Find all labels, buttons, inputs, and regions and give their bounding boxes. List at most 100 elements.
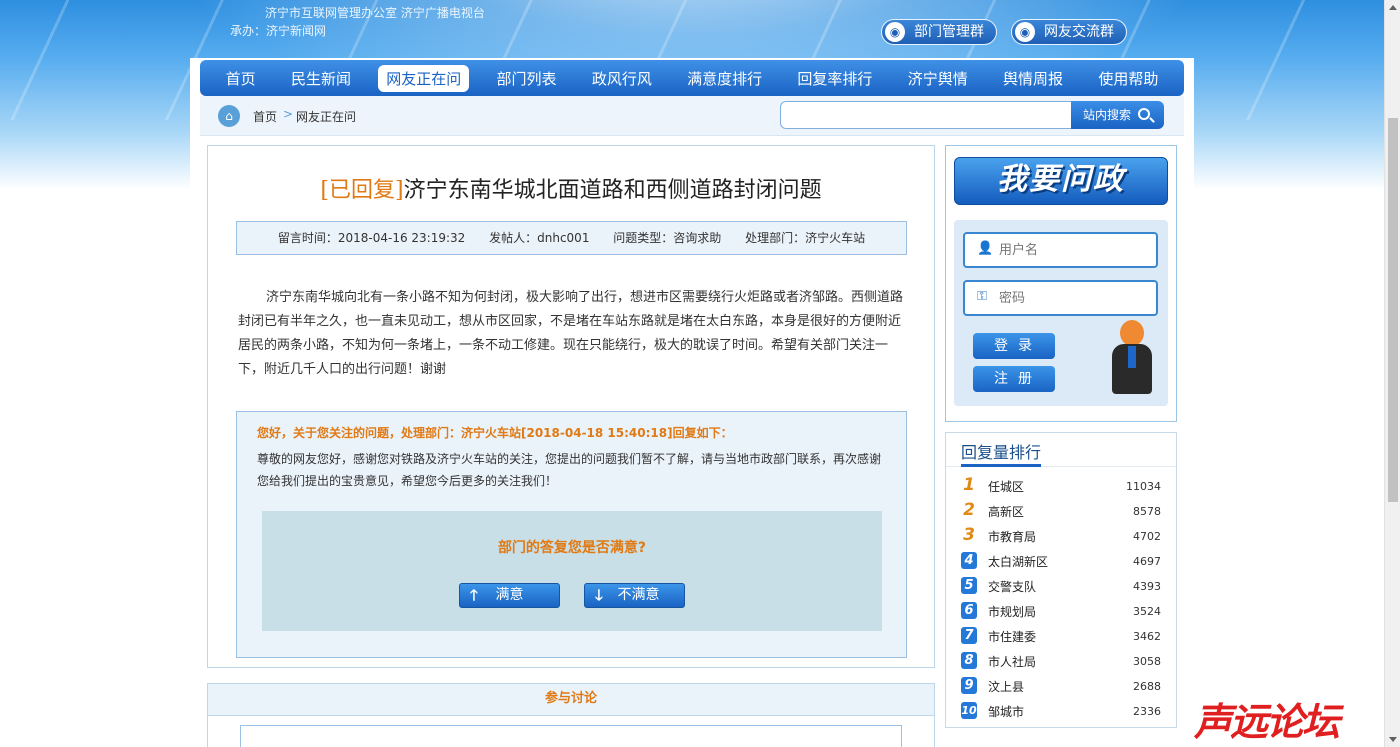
service-agent-icon bbox=[1108, 320, 1156, 406]
ranking-row[interactable]: 6 市规划局 3524 bbox=[961, 600, 1161, 625]
satisfaction-box: 部门的答复您是否满意? 🡑 满意 🡓 不满意 bbox=[262, 511, 882, 631]
ranking-row[interactable]: 2 高新区 8578 bbox=[961, 500, 1161, 525]
ranking-title: 回复量排行 bbox=[961, 443, 1042, 462]
post-time: 留言时间：2018-04-16 23:19:32 bbox=[277, 231, 466, 245]
nav-satisfaction-rank[interactable]: 满意度排行 bbox=[679, 65, 770, 92]
reply-ranking-panel: 回复量排行 1 任城区 11034 2 高新区 8578 3 市教育局 4702 4 太白湖新… bbox=[945, 432, 1177, 728]
unsatisfied-button[interactable]: 🡓 不满意 bbox=[584, 583, 685, 608]
login-button[interactable]: 登录 bbox=[973, 333, 1055, 359]
discussion-input[interactable] bbox=[240, 725, 902, 747]
nav-netizen-asking[interactable]: 网友正在问 bbox=[378, 64, 470, 92]
rank-name[interactable]: 市教育局 bbox=[988, 527, 1036, 547]
search-input[interactable] bbox=[780, 101, 1072, 129]
main-nav: 首页 民生新闻 网友正在问 部门列表 政风行风 满意度排行 回复率排行 济宁舆情… bbox=[200, 60, 1184, 96]
ranking-row[interactable]: 4 太白湖新区 4697 bbox=[961, 550, 1161, 575]
nav-public-opinion[interactable]: 济宁舆情 bbox=[900, 65, 976, 92]
ranking-row[interactable]: 10 邹城市 2336 bbox=[961, 700, 1161, 725]
post-department: 处理部门：济宁火车站 bbox=[745, 231, 866, 245]
rank-name[interactable]: 市人社局 bbox=[988, 652, 1036, 672]
rank-count: 11034 bbox=[1126, 480, 1161, 493]
ranking-row[interactable]: 5 交警支队 4393 bbox=[961, 575, 1161, 600]
rank-count: 4697 bbox=[1133, 555, 1161, 568]
ranking-row[interactable]: 3 市教育局 4702 bbox=[961, 525, 1161, 550]
rank-name[interactable]: 任城区 bbox=[988, 477, 1024, 497]
rank-number: 3 bbox=[963, 525, 975, 545]
home-icon[interactable]: ⌂ bbox=[218, 105, 240, 127]
reply-heading: 您好，关于您关注的问题，处理部门：济宁火车站[2018-04-18 15:40:… bbox=[257, 426, 733, 440]
unsatisfied-label: 不满意 bbox=[617, 587, 660, 603]
nav-conduct[interactable]: 政风行风 bbox=[584, 65, 660, 92]
nav-reply-rate-rank[interactable]: 回复率排行 bbox=[789, 65, 880, 92]
nav-opinion-weekly[interactable]: 舆情周报 bbox=[995, 65, 1071, 92]
discussion-section: 参与讨论 bbox=[207, 683, 935, 747]
rank-name[interactable]: 汶上县 bbox=[988, 677, 1024, 697]
nav-livelihood-news[interactable]: 民生新闻 bbox=[283, 65, 359, 92]
key-icon: ⚿ bbox=[977, 289, 987, 304]
username-input[interactable] bbox=[999, 240, 1149, 260]
rank-name[interactable]: 太白湖新区 bbox=[988, 552, 1048, 572]
satisfied-button[interactable]: 🡑 满意 bbox=[459, 583, 560, 608]
ranking-row[interactable]: 7 市住建委 3462 bbox=[961, 625, 1161, 650]
rank-number: 2 bbox=[963, 500, 975, 520]
host-text: 承办：济宁新闻网 bbox=[230, 24, 327, 38]
reply-box: 您好，关于您关注的问题，处理部门：济宁火车站[2018-04-18 15:40:… bbox=[236, 411, 907, 658]
qq-icon: ◉ bbox=[885, 22, 905, 42]
rank-name[interactable]: 交警支队 bbox=[988, 577, 1036, 597]
ranking-title-underline bbox=[961, 464, 1041, 467]
organizer-text: 济宁市互联网管理办公室 济宁广播电视台 bbox=[265, 6, 485, 20]
ranking-row[interactable]: 8 市人社局 3058 bbox=[961, 650, 1161, 675]
arrow-down-icon: 🡓 bbox=[595, 586, 603, 604]
ask-question-banner[interactable]: 我要问政 bbox=[954, 157, 1168, 205]
rank-count: 4702 bbox=[1133, 530, 1161, 543]
ranking-list: 1 任城区 11034 2 高新区 8578 3 市教育局 4702 4 太白湖新区 4697 … bbox=[961, 475, 1161, 725]
rank-name[interactable]: 高新区 bbox=[988, 502, 1024, 522]
post-meta: 留言时间：2018-04-16 23:19:32 发帖人：dnhc001 问题类… bbox=[236, 221, 907, 255]
dept-group-button[interactable]: ◉ 部门管理群 bbox=[881, 19, 997, 45]
rank-count: 4393 bbox=[1133, 580, 1161, 593]
post-type: 问题类型：咨询求助 bbox=[613, 231, 722, 245]
login-panel: 我要问政 👤 ⚿ 登录 注册 bbox=[945, 145, 1177, 422]
rank-name[interactable]: 市规划局 bbox=[988, 602, 1036, 622]
password-input[interactable] bbox=[999, 288, 1149, 308]
rank-count: 3524 bbox=[1133, 605, 1161, 618]
rank-name[interactable]: 市住建委 bbox=[988, 627, 1036, 647]
breadcrumb-bar: ⌂ 首页 > 网友正在问 站内搜索 bbox=[200, 96, 1184, 136]
rank-count: 2336 bbox=[1133, 705, 1161, 718]
register-button[interactable]: 注册 bbox=[973, 366, 1055, 392]
nav-department-list[interactable]: 部门列表 bbox=[489, 65, 565, 92]
rank-number: 7 bbox=[961, 627, 977, 644]
login-form: 👤 ⚿ 登录 注册 bbox=[954, 220, 1168, 406]
rank-count: 3058 bbox=[1133, 655, 1161, 668]
qq-icon: ◉ bbox=[1015, 22, 1035, 42]
breadcrumb-separator: > bbox=[283, 107, 294, 121]
question-body: 济宁东南华城向北有一条小路不知为何封闭，极大影响了出行，想进市区需要绕行火炬路或… bbox=[238, 290, 904, 377]
rank-number: 5 bbox=[961, 577, 977, 594]
netizen-group-button[interactable]: ◉ 网友交流群 bbox=[1011, 19, 1127, 45]
scroll-up-icon[interactable] bbox=[1389, 5, 1397, 10]
breadcrumb-current: 网友正在问 bbox=[296, 110, 357, 124]
scroll-down-icon[interactable] bbox=[1389, 737, 1397, 742]
netizen-group-label: 网友交流群 bbox=[1044, 24, 1114, 40]
password-field[interactable]: ⚿ bbox=[963, 280, 1158, 316]
user-icon: 👤 bbox=[977, 241, 994, 256]
rank-count: 2688 bbox=[1133, 680, 1161, 693]
username-field[interactable]: 👤 bbox=[963, 232, 1158, 268]
page-scrollbar[interactable] bbox=[1384, 0, 1400, 747]
scrollbar-thumb[interactable] bbox=[1388, 118, 1398, 502]
rank-number: 1 bbox=[963, 475, 975, 495]
search-button[interactable]: 站内搜索 bbox=[1071, 101, 1164, 129]
status-badge: [已回复] bbox=[320, 178, 404, 203]
forum-watermark: 声远论坛 bbox=[1194, 700, 1340, 744]
rank-number: 10 bbox=[961, 702, 977, 719]
nav-home[interactable]: 首页 bbox=[218, 65, 264, 92]
nav-help[interactable]: 使用帮助 bbox=[1090, 65, 1166, 92]
question-article: [已回复]济宁东南华城北面道路和西侧道路封闭问题 留言时间：2018-04-16… bbox=[207, 145, 935, 668]
breadcrumb-home[interactable]: 首页 bbox=[253, 108, 277, 125]
rank-name[interactable]: 邹城市 bbox=[988, 702, 1024, 722]
discussion-heading: 参与讨论 bbox=[208, 684, 934, 716]
ranking-row[interactable]: 9 汶上县 2688 bbox=[961, 675, 1161, 700]
rank-count: 8578 bbox=[1133, 505, 1161, 518]
satisfaction-question: 部门的答复您是否满意? bbox=[497, 540, 647, 556]
ranking-row[interactable]: 1 任城区 11034 bbox=[961, 475, 1161, 500]
page-title: [已回复]济宁东南华城北面道路和西侧道路封闭问题 bbox=[208, 172, 934, 204]
